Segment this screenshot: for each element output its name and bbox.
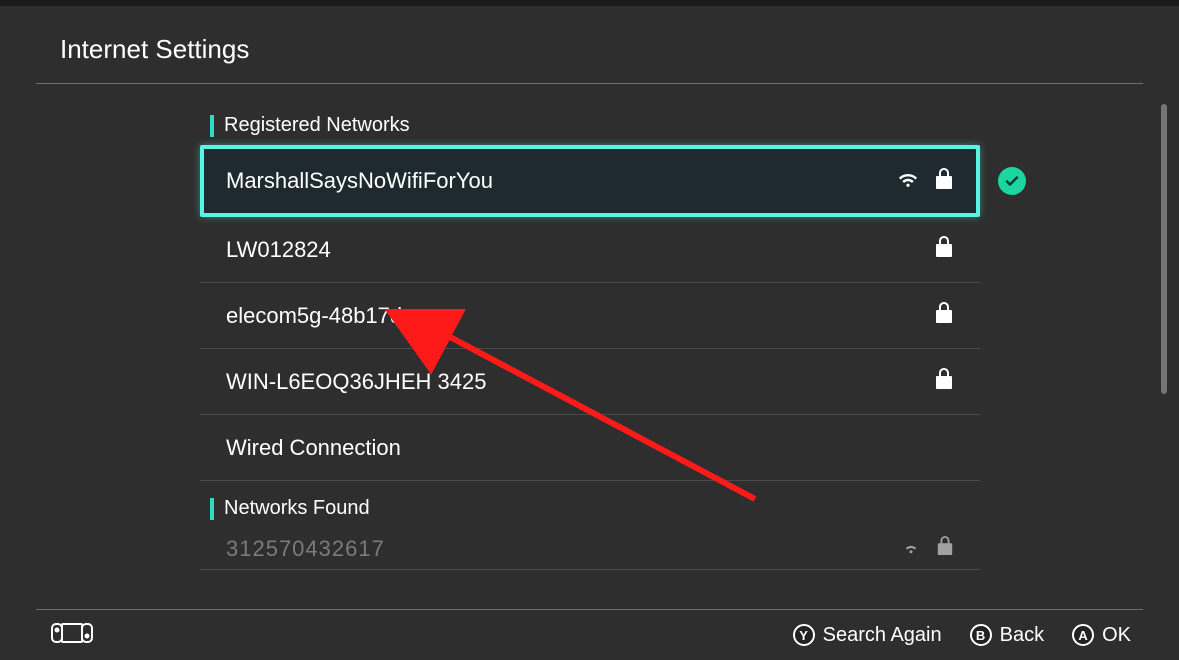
- network-icons: [934, 367, 954, 396]
- section-header-registered: Registered Networks: [200, 114, 980, 145]
- wifi-icon: [896, 167, 920, 196]
- page-title: Internet Settings: [60, 34, 1119, 65]
- network-ssid: elecom5g-48b17d: [226, 303, 402, 329]
- section-header-found: Networks Found: [200, 497, 980, 528]
- section-accent-bar: [210, 498, 214, 520]
- section-accent-bar: [210, 115, 214, 137]
- hint-back[interactable]: B Back: [970, 624, 1044, 647]
- hint-label: Back: [1000, 624, 1044, 647]
- hint-label: OK: [1102, 624, 1131, 647]
- b-button-icon: B: [970, 624, 992, 646]
- network-row-partial[interactable]: 312570432617: [200, 528, 980, 570]
- network-icons: [934, 235, 954, 264]
- section-found: Networks Found 312570432617: [200, 497, 980, 570]
- lock-icon: [936, 535, 954, 563]
- network-ssid: MarshallSaysNoWifiForYou: [226, 168, 493, 194]
- hint-search-again[interactable]: Y Search Again: [793, 624, 942, 647]
- lock-icon: [934, 301, 954, 330]
- network-icons: [896, 167, 954, 196]
- network-row[interactable]: elecom5g-48b17d: [200, 283, 980, 349]
- content-area: Registered Networks MarshallSaysNoWifiFo…: [0, 84, 1179, 604]
- network-icons: [900, 535, 954, 563]
- controller-icon[interactable]: [48, 621, 96, 650]
- lock-icon: [934, 235, 954, 264]
- network-ssid: Wired Connection: [226, 435, 401, 461]
- network-ssid: LW012824: [226, 237, 331, 263]
- network-row[interactable]: WIN-L6EOQ36JHEH 3425: [200, 349, 980, 415]
- section-title-found: Networks Found: [224, 497, 370, 520]
- hint-ok[interactable]: A OK: [1072, 624, 1131, 647]
- network-row-selected[interactable]: MarshallSaysNoWifiForYou: [200, 145, 980, 217]
- network-ssid: WIN-L6EOQ36JHEH 3425: [226, 369, 486, 395]
- a-button-icon: A: [1072, 624, 1094, 646]
- footer: Y Search Again B Back A OK: [0, 610, 1179, 660]
- section-registered: Registered Networks MarshallSaysNoWifiFo…: [200, 114, 980, 481]
- wifi-icon: [900, 535, 922, 563]
- scrollbar[interactable]: [1161, 104, 1167, 394]
- hint-label: Search Again: [823, 624, 942, 647]
- y-button-icon: Y: [793, 624, 815, 646]
- lock-icon: [934, 167, 954, 196]
- network-icons: [934, 301, 954, 330]
- section-title-registered: Registered Networks: [224, 114, 410, 137]
- network-row[interactable]: LW012824: [200, 217, 980, 283]
- network-ssid: 312570432617: [226, 536, 385, 562]
- lock-icon: [934, 367, 954, 396]
- connected-check-icon: [998, 167, 1026, 195]
- network-row-wired[interactable]: Wired Connection: [200, 415, 980, 481]
- footer-hints: Y Search Again B Back A OK: [793, 624, 1131, 647]
- header: Internet Settings: [0, 6, 1179, 83]
